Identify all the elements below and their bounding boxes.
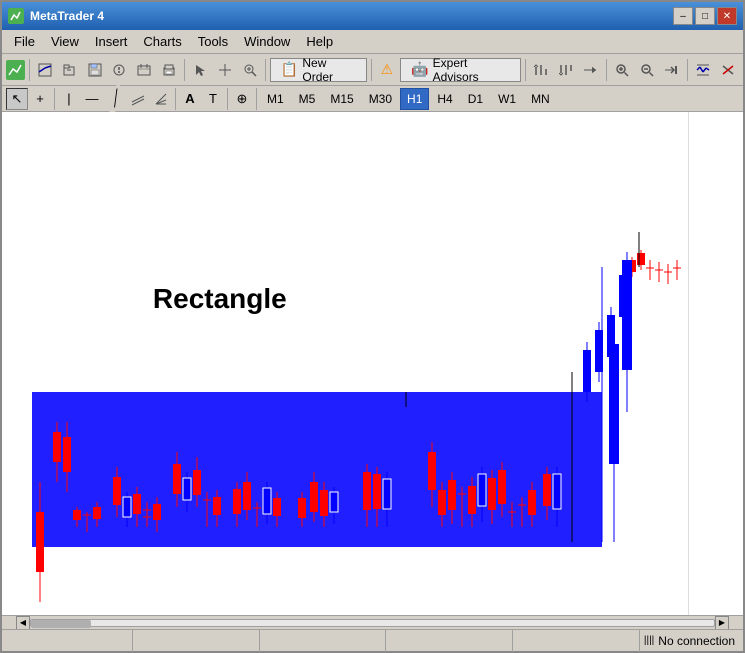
history-btn[interactable] — [133, 58, 156, 82]
drawing-toolbar: ↖ + | — ╱ A T ⊕ M1 M5 M15 M30 H1 H4 D1 W… — [2, 86, 743, 112]
status-seg-1 — [6, 630, 133, 652]
separator-2 — [184, 59, 185, 81]
tf-h4[interactable]: H4 — [430, 88, 459, 110]
window-title: MetaTrader 4 — [30, 9, 673, 23]
separator-5 — [525, 59, 526, 81]
new-order-button[interactable]: 📋 New Order — [270, 58, 367, 82]
chart-svg — [2, 112, 688, 615]
chart-area[interactable]: Rectangle — [2, 112, 743, 615]
app-logo-btn — [6, 60, 25, 80]
menu-window[interactable]: Window — [236, 32, 298, 51]
arrow-tool[interactable]: ⊕ — [231, 88, 253, 110]
menu-charts[interactable]: Charts — [135, 32, 189, 51]
alert-btn[interactable]: ⚠ — [376, 58, 399, 82]
auto-scroll-btn[interactable] — [660, 58, 683, 82]
properties-btn[interactable] — [108, 58, 131, 82]
menu-file[interactable]: File — [6, 32, 43, 51]
cursor-btn[interactable] — [189, 58, 212, 82]
menu-view[interactable]: View — [43, 32, 87, 51]
scroll-thumb[interactable] — [31, 620, 91, 628]
zoom-in-btn[interactable] — [238, 58, 261, 82]
trend-line-tool[interactable]: ╱ — [100, 83, 130, 113]
new-chart-btn[interactable] — [34, 58, 57, 82]
expert-icon: 🤖 — [411, 61, 428, 78]
menu-help[interactable]: Help — [298, 32, 341, 51]
vertical-line-tool[interactable]: | — [58, 88, 80, 110]
sort-desc-btn[interactable] — [554, 58, 577, 82]
status-seg-2 — [133, 630, 260, 652]
status-seg-3 — [260, 630, 387, 652]
channel-tool[interactable] — [127, 88, 149, 110]
crosshair-btn[interactable] — [214, 58, 237, 82]
text-tool[interactable]: A — [179, 88, 201, 110]
indicators-btn[interactable] — [692, 58, 715, 82]
tf-mn[interactable]: MN — [524, 88, 557, 110]
separator-3 — [265, 59, 266, 81]
zoom-out-chart-btn[interactable] — [635, 58, 658, 82]
tf-m30[interactable]: M30 — [362, 88, 399, 110]
zoom-in-chart-btn[interactable] — [611, 58, 634, 82]
maximize-button[interactable]: □ — [695, 7, 715, 25]
status-segments — [6, 630, 640, 652]
minimize-button[interactable]: – — [673, 7, 693, 25]
scroll-right-btn[interactable]: ▶ — [715, 616, 729, 630]
close-button[interactable]: ✕ — [717, 7, 737, 25]
new-order-label: New Order — [302, 56, 355, 84]
menu-tools[interactable]: Tools — [190, 32, 236, 51]
tf-d1[interactable]: D1 — [461, 88, 490, 110]
toolbar-main: 📋 New Order ⚠ 🤖 Expert Advisors — [2, 54, 743, 86]
tf-w1[interactable]: W1 — [491, 88, 523, 110]
crosshair-tool[interactable]: + — [29, 88, 51, 110]
connection-icon: |||| — [644, 635, 654, 646]
sep-d3 — [227, 88, 228, 110]
print-btn[interactable] — [157, 58, 180, 82]
status-seg-5 — [513, 630, 640, 652]
main-window: MetaTrader 4 – □ ✕ File View Insert Char… — [0, 0, 745, 653]
menu-insert[interactable]: Insert — [87, 32, 136, 51]
chart-main: Rectangle — [2, 112, 688, 615]
save-btn[interactable] — [83, 58, 106, 82]
window-controls: – □ ✕ — [673, 7, 737, 25]
chart-canvas: Rectangle — [2, 112, 688, 615]
app-icon — [8, 8, 24, 24]
expert-advisors-button[interactable]: 🤖 Expert Advisors — [400, 58, 521, 82]
status-seg-4 — [386, 630, 513, 652]
connection-status: No connection — [658, 634, 735, 648]
tf-h1[interactable]: H1 — [400, 88, 429, 110]
separator-6 — [606, 59, 607, 81]
open-btn[interactable] — [59, 58, 82, 82]
tf-m15[interactable]: M15 — [323, 88, 360, 110]
menu-bar: File View Insert Charts Tools Window Hel… — [2, 30, 743, 54]
chart-shift-btn[interactable] — [579, 58, 602, 82]
price-axis — [688, 112, 743, 615]
status-bar: |||| No connection — [2, 629, 743, 651]
separator-7 — [687, 59, 688, 81]
expert-label: Expert Advisors — [433, 56, 510, 84]
horizontal-scrollbar[interactable]: ◀ ▶ — [2, 615, 743, 629]
period-sep-btn[interactable] — [716, 58, 739, 82]
cursor-tool[interactable]: ↖ — [6, 88, 28, 110]
horizontal-line-tool[interactable]: — — [81, 88, 103, 110]
sort-asc-btn[interactable] — [530, 58, 553, 82]
text-label-tool[interactable]: T — [202, 88, 224, 110]
tf-m1[interactable]: M1 — [260, 88, 291, 110]
scroll-track — [30, 619, 715, 627]
status-right: |||| No connection — [640, 634, 739, 648]
sep-d2 — [175, 88, 176, 110]
separator-4 — [371, 59, 372, 81]
scroll-left-btn[interactable]: ◀ — [16, 616, 30, 630]
tf-m5[interactable]: M5 — [292, 88, 323, 110]
sep-d4 — [256, 88, 257, 110]
new-order-icon: 📋 — [281, 61, 298, 78]
gann-tool[interactable] — [150, 88, 172, 110]
title-bar: MetaTrader 4 – □ ✕ — [2, 2, 743, 30]
sep-d1 — [54, 88, 55, 110]
separator-1 — [29, 59, 30, 81]
